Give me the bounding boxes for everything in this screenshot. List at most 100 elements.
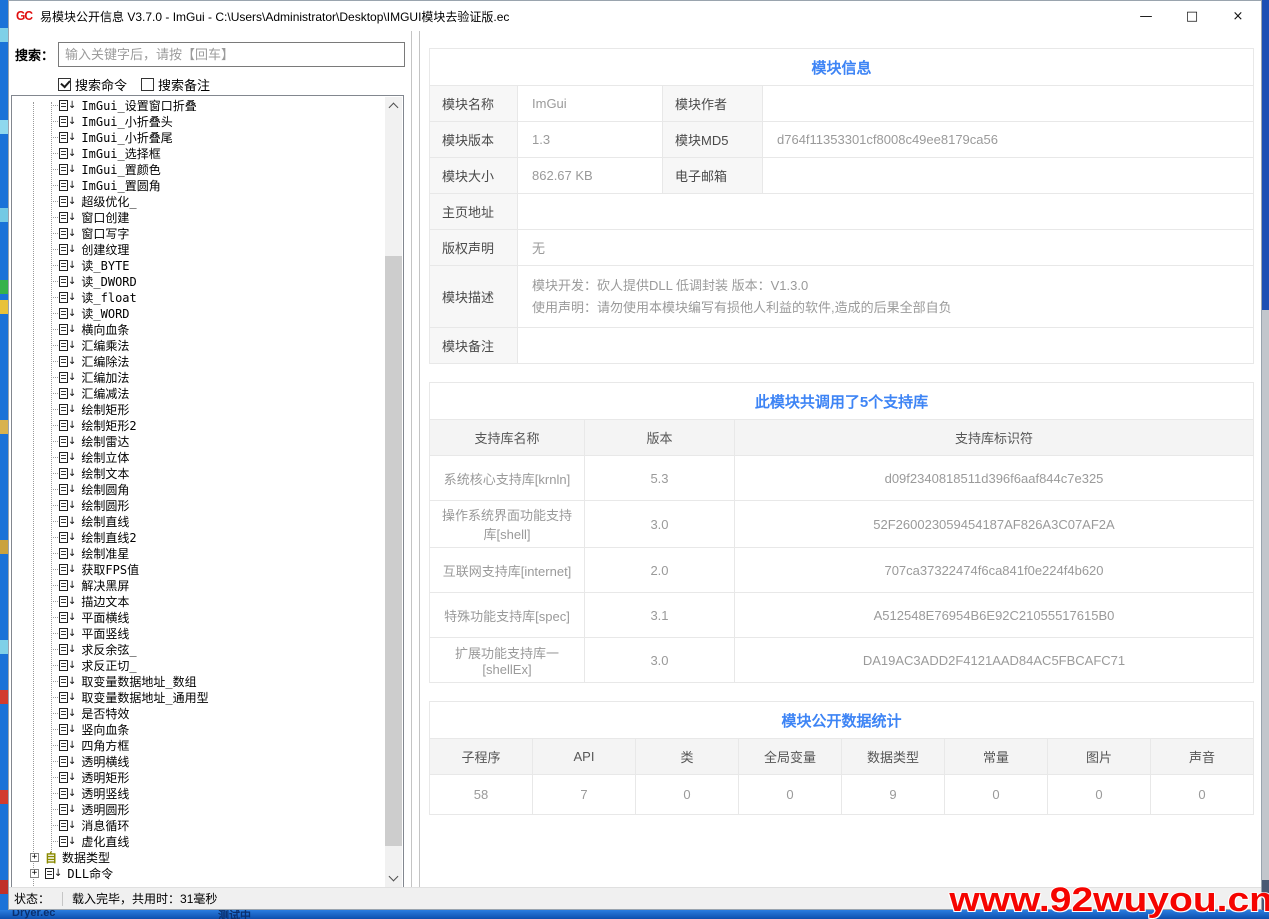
tree-item-command[interactable]: ↓ 读_BYTE (12, 257, 385, 273)
expand-plus-icon[interactable]: + (30, 853, 39, 862)
tree-item-command[interactable]: ↓ 透明圆形 (12, 801, 385, 817)
maximize-button[interactable]: □ (1169, 1, 1215, 31)
tree-item-command[interactable]: ↓ 平面横线 (12, 609, 385, 625)
tree-item-label: 取变量数据地址_通用型 (81, 689, 208, 706)
column-header: 支持库标识符 (735, 420, 1254, 456)
tree-item-command[interactable]: ↓ 四角方框 (12, 737, 385, 753)
tree-item-command[interactable]: ↓ ImGui_小折叠头 (12, 113, 385, 129)
tree-connector (51, 249, 58, 250)
status-label: 状态： (14, 890, 50, 907)
tree-item-command[interactable]: ↓ 汇编减法 (12, 385, 385, 401)
tree-item-dll-commands[interactable]: + ↓ DLL命令 (12, 865, 385, 881)
stats-header: 常量 (945, 739, 1048, 775)
tree-item-command[interactable]: ↓ 透明竖线 (12, 785, 385, 801)
tree-item-command[interactable]: ↓ 绘制文本 (12, 465, 385, 481)
tree-item-command[interactable]: ↓ 绘制圆角 (12, 481, 385, 497)
support-libraries-table: 此模块共调用了5个支持库 支持库名称版本支持库标识符 系统核心支持库[krnln… (429, 382, 1254, 683)
tree-item-command[interactable]: ↓ 绘制准星 (12, 545, 385, 561)
command-doc-icon: ↓ (59, 420, 76, 431)
minimize-button[interactable]: — (1123, 1, 1169, 31)
tree-item-command[interactable]: ↓ 超级优化_ (12, 193, 385, 209)
tree-item-command[interactable]: ↓ 绘制圆形 (12, 497, 385, 513)
expand-plus-icon[interactable]: + (30, 869, 39, 878)
tree-item-command[interactable]: ↓ 窗口创建 (12, 209, 385, 225)
scroll-down-icon[interactable] (385, 870, 402, 887)
tree-item-label: 汇编乘法 (81, 337, 129, 354)
command-doc-icon: ↓ (59, 612, 76, 623)
command-doc-icon: ↓ (59, 692, 76, 703)
tree-item-label: 四角方框 (81, 737, 129, 754)
tree-item-command[interactable]: ↓ 取变量数据地址_数组 (12, 673, 385, 689)
scrollbar-thumb[interactable] (385, 256, 402, 846)
scroll-up-icon[interactable] (385, 97, 402, 114)
tree-item-command[interactable]: ↓ ImGui_选择框 (12, 145, 385, 161)
tree-item-command[interactable]: ↓ ImGui_设置窗口折叠 (12, 97, 385, 113)
tree-item-command[interactable]: ↓ 描边文本 (12, 593, 385, 609)
checkbox-icon[interactable] (141, 78, 154, 91)
tree-item-command[interactable]: ↓ 平面竖线 (12, 625, 385, 641)
tree-scrollbar[interactable] (385, 97, 402, 887)
tree-item-command[interactable]: ↓ 汇编加法 (12, 369, 385, 385)
tree-item-command[interactable]: ↓ ImGui_置圆角 (12, 177, 385, 193)
field-value: ImGui (518, 86, 663, 122)
tree-item-command[interactable]: ↓ 是否特效 (12, 705, 385, 721)
tree-item-command[interactable]: ↓ 汇编除法 (12, 353, 385, 369)
command-doc-icon: ↓ (59, 404, 76, 415)
tree-item-command[interactable]: ↓ 读_DWORD (12, 273, 385, 289)
tree-item-command[interactable]: ↓ 绘制矩形2 (12, 417, 385, 433)
description-line: 使用声明：请勿使用本模块编写有损他人利益的软件,造成的后果全部自负 (532, 297, 1253, 319)
library-id: d09f2340818511d396f6aaf844c7e325 (735, 456, 1254, 501)
tree-item-command[interactable]: ↓ 绘制直线2 (12, 529, 385, 545)
stats-header: 数据类型 (842, 739, 945, 775)
libraries-title: 此模块共调用了5个支持库 (430, 383, 1254, 420)
tree-item-command[interactable]: ↓ 求反余弦_ (12, 641, 385, 657)
command-doc-icon: ↓ (59, 516, 76, 527)
stats-value: 0 (945, 775, 1048, 815)
search-option[interactable]: 搜索命令 (58, 75, 127, 94)
tree-item-command[interactable]: ↓ 透明横线 (12, 753, 385, 769)
command-doc-icon: ↓ (59, 596, 76, 607)
close-button[interactable]: × (1215, 1, 1261, 31)
tree-connector (51, 585, 58, 586)
tree-item-label: ImGui_设置窗口折叠 (81, 97, 196, 114)
tree-item-datatypes[interactable]: + 自 数据类型 (12, 849, 385, 865)
tree-item-command[interactable]: ↓ 消息循环 (12, 817, 385, 833)
stats-header: 子程序 (430, 739, 533, 775)
command-doc-icon: ↓ (59, 100, 76, 111)
field-label: 主页地址 (430, 194, 518, 230)
tree-item-command[interactable]: ↓ 解决黑屏 (12, 577, 385, 593)
tree-item-command[interactable]: ↓ 绘制立体 (12, 449, 385, 465)
tree-item-command[interactable]: ↓ 求反正切_ (12, 657, 385, 673)
tree-item-command[interactable]: ↓ 汇编乘法 (12, 337, 385, 353)
command-doc-icon: ↓ (45, 868, 62, 879)
tree-item-command[interactable]: ↓ 透明矩形 (12, 769, 385, 785)
field-value (518, 328, 1254, 364)
tree-item-command[interactable]: ↓ 绘制直线 (12, 513, 385, 529)
tree-item-command[interactable]: ↓ 绘制雷达 (12, 433, 385, 449)
tree-item-label: 消息循环 (81, 817, 129, 834)
search-input[interactable] (58, 42, 405, 67)
tree-item-command[interactable]: ↓ 获取FPS值 (12, 561, 385, 577)
tree-item-command[interactable]: ↓ ImGui_置颜色 (12, 161, 385, 177)
tree-item-command[interactable]: ↓ 绘制矩形 (12, 401, 385, 417)
tree-item-command[interactable]: ↓ 竖向血条 (12, 721, 385, 737)
checkbox-icon[interactable] (58, 78, 71, 91)
field-value (518, 194, 1254, 230)
module-tree[interactable]: ↓ ImGui_设置窗口折叠 ↓ ImGui_小折叠头 ↓ ImGui_小折叠尾 (11, 95, 404, 889)
tree-item-label: 横向血条 (81, 321, 129, 338)
tree-item-command[interactable]: ↓ ImGui_小折叠尾 (12, 129, 385, 145)
stats-value: 7 (533, 775, 636, 815)
panel-splitter[interactable] (411, 31, 420, 887)
search-option[interactable]: 搜索备注 (141, 75, 210, 94)
tree-item-command[interactable]: ↓ 读_WORD (12, 305, 385, 321)
tree-item-command[interactable]: ↓ 读_float (12, 289, 385, 305)
tree-connector (51, 329, 58, 330)
tree-item-label: 超级优化_ (81, 193, 136, 210)
tree-item-label: 绘制文本 (81, 465, 129, 482)
tree-item-command[interactable]: ↓ 窗口写字 (12, 225, 385, 241)
tree-item-command[interactable]: ↓ 横向血条 (12, 321, 385, 337)
command-doc-icon: ↓ (59, 756, 76, 767)
tree-item-command[interactable]: ↓ 创建纹理 (12, 241, 385, 257)
tree-item-command[interactable]: ↓ 取变量数据地址_通用型 (12, 689, 385, 705)
tree-item-command[interactable]: ↓ 虚化直线 (12, 833, 385, 849)
